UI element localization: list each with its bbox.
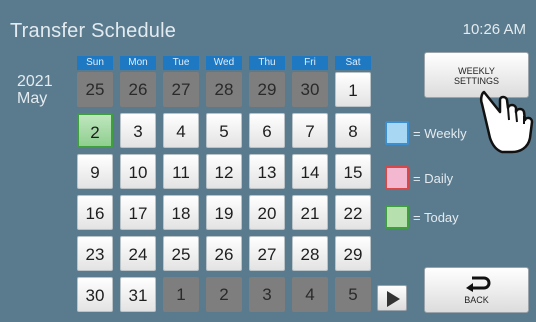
- calendar-day-today[interactable]: 2: [77, 113, 113, 148]
- calendar-day[interactable]: 1: [335, 72, 371, 107]
- calendar-day-other-month[interactable]: 28: [206, 72, 242, 107]
- calendar-day[interactable]: 29: [335, 236, 371, 271]
- calendar-day[interactable]: 10: [120, 154, 156, 189]
- calendar-day-other-month[interactable]: 29: [249, 72, 285, 107]
- calendar-day[interactable]: 25: [163, 236, 199, 271]
- back-label: BACK: [464, 295, 489, 305]
- calendar-day[interactable]: 22: [335, 195, 371, 230]
- weekday-mon: Mon: [120, 56, 156, 70]
- weekday-thu: Thu: [249, 56, 285, 70]
- transfer-schedule-screen: Transfer Schedule 10:26 AM 2021 May Sun …: [0, 0, 536, 322]
- calendar-day[interactable]: 16: [77, 195, 113, 230]
- calendar-day[interactable]: 14: [292, 154, 328, 189]
- legend-today: = Today: [385, 205, 459, 229]
- legend-today-label: = Today: [413, 209, 459, 225]
- calendar-day[interactable]: 27: [249, 236, 285, 271]
- weekday-header: Sun Mon Tue Wed Thu Fri Sat: [77, 56, 378, 70]
- calendar-day-other-month[interactable]: 1: [163, 277, 199, 312]
- weekly-settings-line1: WEEKLY: [458, 66, 495, 76]
- weekday-fri: Fri: [292, 56, 328, 70]
- calendar-day[interactable]: 23: [77, 236, 113, 271]
- calendar-day[interactable]: 7: [292, 113, 328, 148]
- weekday-wed: Wed: [206, 56, 242, 70]
- back-button[interactable]: BACK: [424, 267, 529, 313]
- calendar-day[interactable]: 3: [120, 113, 156, 148]
- calendar-day[interactable]: 13: [249, 154, 285, 189]
- calendar-day-other-month[interactable]: 3: [249, 277, 285, 312]
- next-month-button[interactable]: [377, 285, 407, 311]
- calendar-day[interactable]: 18: [163, 195, 199, 230]
- legend-daily-label: = Daily: [413, 170, 454, 186]
- weekday-sat: Sat: [335, 56, 371, 70]
- calendar-day[interactable]: 8: [335, 113, 371, 148]
- calendar-day[interactable]: 15: [335, 154, 371, 189]
- month-year-label: 2021 May: [17, 73, 53, 107]
- calendar-day[interactable]: 9: [77, 154, 113, 189]
- calendar-day[interactable]: 6: [249, 113, 285, 148]
- calendar-day[interactable]: 30: [77, 277, 113, 312]
- legend-weekly-label: = Weekly: [413, 125, 467, 141]
- calendar-day[interactable]: 20: [249, 195, 285, 230]
- calendar-day-other-month[interactable]: 2: [206, 277, 242, 312]
- weekly-swatch: [385, 121, 409, 145]
- calendar-day[interactable]: 24: [120, 236, 156, 271]
- calendar-day[interactable]: 5: [206, 113, 242, 148]
- legend-weekly: = Weekly: [385, 121, 467, 145]
- month-label: May: [17, 90, 48, 107]
- page-title: Transfer Schedule: [10, 20, 177, 42]
- calendar-day-other-month[interactable]: 30: [292, 72, 328, 107]
- calendar-day[interactable]: 17: [120, 195, 156, 230]
- calendar-day[interactable]: 28: [292, 236, 328, 271]
- weekday-tue: Tue: [163, 56, 199, 70]
- calendar-day[interactable]: 26: [206, 236, 242, 271]
- calendar-day[interactable]: 31: [120, 277, 156, 312]
- calendar-day[interactable]: 11: [163, 154, 199, 189]
- calendar-day-other-month[interactable]: 26: [120, 72, 156, 107]
- clock: 10:26 AM: [462, 21, 526, 38]
- calendar-day[interactable]: 12: [206, 154, 242, 189]
- calendar-day[interactable]: 19: [206, 195, 242, 230]
- daily-swatch: [385, 166, 409, 190]
- pointing-hand-icon: [479, 90, 534, 154]
- calendar-day[interactable]: 21: [292, 195, 328, 230]
- weekday-sun: Sun: [77, 56, 113, 70]
- year-label: 2021: [17, 73, 53, 90]
- calendar-day-other-month[interactable]: 4: [292, 277, 328, 312]
- calendar-day[interactable]: 4: [163, 113, 199, 148]
- today-swatch: [385, 205, 409, 229]
- calendar-day-other-month[interactable]: 5: [335, 277, 371, 312]
- legend-daily: = Daily: [385, 166, 453, 190]
- return-arrow-icon: [466, 276, 491, 292]
- play-right-icon: [387, 291, 400, 307]
- calendar-day-other-month[interactable]: 27: [163, 72, 199, 107]
- calendar-day-other-month[interactable]: 25: [77, 72, 113, 107]
